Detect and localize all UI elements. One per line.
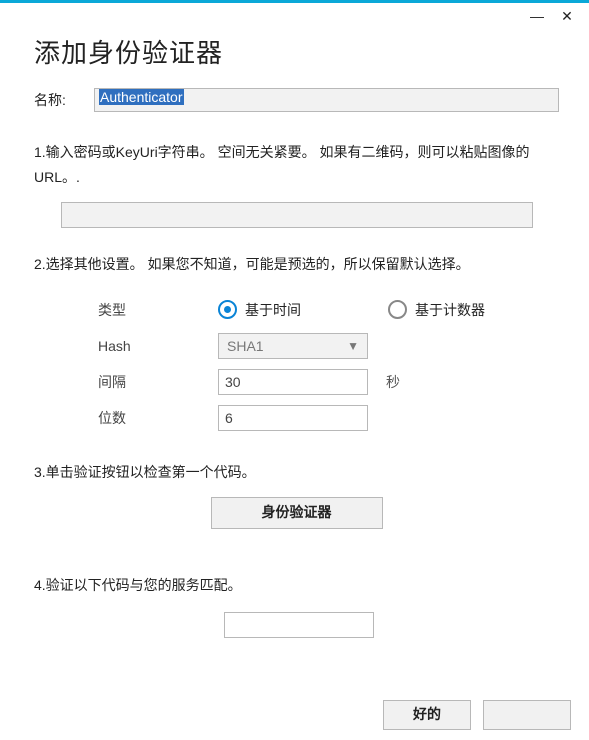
dialog-footer: 好的 — [371, 700, 571, 730]
interval-unit: 秒 — [386, 372, 400, 392]
step-1-text: 1.输入密码或KeyUri字符串。 空间无关紧要。 如果有二维码，则可以粘贴图像… — [34, 140, 559, 190]
digits-row: 位数 — [98, 400, 559, 436]
radio-time-label: 基于时间 — [245, 300, 301, 320]
radio-counter-based[interactable]: 基于计数器 — [388, 300, 558, 320]
ok-button[interactable]: 好的 — [383, 700, 471, 730]
verify-button[interactable]: 身份验证器 — [211, 497, 383, 529]
radio-counter-label: 基于计数器 — [415, 300, 485, 320]
code-input[interactable] — [224, 612, 374, 638]
page-title: 添加身份验证器 — [34, 33, 559, 70]
minimize-button[interactable]: — — [523, 6, 551, 26]
hash-label: Hash — [98, 338, 218, 354]
close-button[interactable]: ✕ — [553, 6, 581, 26]
hash-value: SHA1 — [227, 338, 264, 354]
type-row: 类型 基于时间 基于计数器 — [98, 292, 559, 328]
step-4-text: 4.验证以下代码与您的服务匹配。 — [34, 573, 559, 598]
digits-label: 位数 — [98, 408, 218, 428]
dialog-window: — ✕ 添加身份验证器 名称: Authenticator 1.输入密码或Key… — [0, 0, 589, 740]
chevron-down-icon: ▼ — [347, 339, 359, 353]
hash-select[interactable]: SHA1 ▼ — [218, 333, 368, 359]
content-area: 添加身份验证器 名称: Authenticator 1.输入密码或KeyUri字… — [0, 29, 589, 638]
name-value-selected: Authenticator — [99, 89, 184, 105]
name-label: 名称: — [34, 90, 94, 110]
step-2-text: 2.选择其他设置。 如果您不知道，可能是预选的，所以保留默认选择。 — [34, 252, 559, 277]
interval-row: 间隔 秒 — [98, 364, 559, 400]
radio-icon — [218, 300, 237, 319]
step-3-text: 3.单击验证按钮以检查第一个代码。 — [34, 460, 559, 485]
cancel-button[interactable] — [483, 700, 571, 730]
name-input[interactable]: Authenticator — [94, 88, 559, 112]
radio-icon — [388, 300, 407, 319]
interval-input[interactable] — [218, 369, 368, 395]
secret-input[interactable] — [61, 202, 533, 228]
titlebar: — ✕ — [0, 3, 589, 29]
type-label: 类型 — [98, 300, 218, 320]
settings-block: 类型 基于时间 基于计数器 Hash SHA1 ▼ 间隔 — [98, 292, 559, 436]
digits-input[interactable] — [218, 405, 368, 431]
hash-row: Hash SHA1 ▼ — [98, 328, 559, 364]
interval-label: 间隔 — [98, 372, 218, 392]
radio-time-based[interactable]: 基于时间 — [218, 300, 388, 320]
name-row: 名称: Authenticator — [34, 88, 559, 112]
